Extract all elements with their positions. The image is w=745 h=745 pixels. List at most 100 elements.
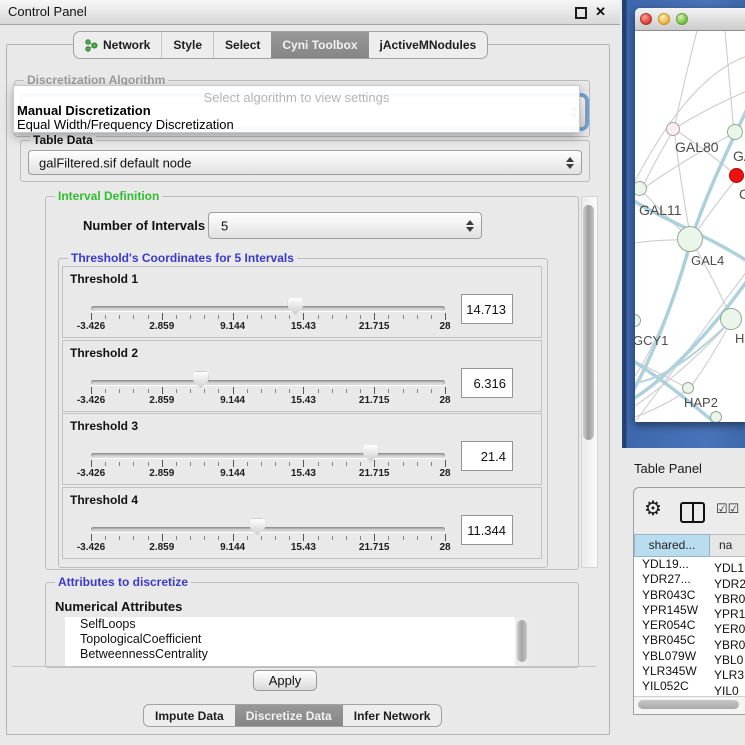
tab-discretize-data[interactable]: Discretize Data <box>235 705 343 726</box>
tick-label: 21.715 <box>359 321 390 332</box>
tick-label: 2.859 <box>149 468 174 479</box>
tick-label: 2.859 <box>149 395 174 406</box>
tick-label: 28 <box>439 395 450 406</box>
select-columns-checkboxes-icon[interactable]: ☑☑ <box>716 501 739 517</box>
tick-mark <box>204 389 205 393</box>
network-node[interactable] <box>710 411 722 422</box>
tick-mark <box>332 462 333 466</box>
table-panel: ⚙ ☑☑ shared... na YDL19...YDL1YDR27...YD… <box>633 487 745 715</box>
tick-label: 28 <box>439 468 450 479</box>
tick-mark <box>303 534 304 541</box>
threshold-slider-track[interactable] <box>91 380 445 385</box>
network-node[interactable] <box>727 124 743 140</box>
attribute-item[interactable]: BetweennessCentrality <box>65 647 515 662</box>
dropdown-option-manual-discretization[interactable]: Manual Discretization <box>17 103 151 118</box>
close-icon[interactable]: ✕ <box>595 4 606 20</box>
table-row[interactable]: YDL19...YDL1 <box>634 557 745 572</box>
tick-mark <box>403 462 404 466</box>
threshold-slider-handle[interactable] <box>193 372 208 389</box>
horizontal-scrollbar-thumb[interactable] <box>638 700 739 709</box>
table-row[interactable]: YER054CYER0 <box>634 618 745 633</box>
table-row[interactable]: YBR045CYBR0 <box>634 633 745 648</box>
tick-mark <box>346 389 347 393</box>
tick-mark <box>403 389 404 393</box>
gear-icon[interactable]: ⚙ <box>644 496 662 521</box>
tick-mark <box>105 462 106 466</box>
number-of-intervals-select[interactable]: 5 <box>208 212 482 239</box>
network-node-selected[interactable] <box>729 168 744 183</box>
tab-network[interactable]: Network <box>74 32 161 58</box>
tick-mark <box>218 536 219 540</box>
float-window-icon[interactable] <box>575 7 587 19</box>
close-button[interactable] <box>640 13 652 25</box>
tick-mark <box>289 389 290 393</box>
tick-label: 9.144 <box>220 468 245 479</box>
network-node[interactable] <box>682 382 694 394</box>
threshold-value-field[interactable]: 11.344 <box>461 515 513 545</box>
tick-label: 15.43 <box>291 468 316 479</box>
column-header-shared-name[interactable]: shared... <box>634 534 710 557</box>
network-canvas[interactable]: GAL80 GA C GAL11 GAL4 GCY1 H HAP2 <box>635 31 745 422</box>
threshold-slider-handle[interactable] <box>250 519 265 536</box>
attribute-item[interactable]: SelfLoops <box>65 617 515 632</box>
tick-mark <box>303 313 304 320</box>
tab-style[interactable]: Style <box>161 32 213 58</box>
attributes-scrollbar-thumb[interactable] <box>517 620 527 662</box>
attribute-item[interactable]: TopologicalCoefficient <box>65 632 515 647</box>
tab-jactivemnodules[interactable]: jActiveMNodules <box>369 32 488 58</box>
tick-mark <box>204 315 205 319</box>
table-row[interactable]: YBR043CYBR0 <box>634 588 745 603</box>
tick-mark <box>218 315 219 319</box>
thresholds-container: Threshold 1 -3.4262.8599.14415.4321.7152… <box>62 266 542 564</box>
table-data-select[interactable]: galFiltered.sif default node <box>28 150 582 175</box>
tick-label: 21.715 <box>359 395 390 406</box>
dropdown-option-equal-width-frequency[interactable]: Equal Width/Frequency Discretization <box>17 117 234 132</box>
tab-impute-data[interactable]: Impute Data <box>144 705 235 726</box>
numerical-attributes-list: SelfLoopsTopologicalCoefficientBetweenne… <box>65 617 515 666</box>
threshold-slider-handle[interactable] <box>363 445 378 462</box>
tick-mark <box>91 387 92 394</box>
tick-mark <box>119 315 120 319</box>
network-node[interactable] <box>666 122 680 136</box>
apply-button[interactable]: Apply <box>253 670 317 691</box>
tick-mark <box>318 389 319 393</box>
table-row[interactable]: YDR27...YDR2 <box>634 572 745 587</box>
tick-label: 21.715 <box>359 542 390 553</box>
threshold-slider-track[interactable] <box>91 306 445 311</box>
threshold-value-field[interactable]: 21.4 <box>461 441 513 471</box>
tick-mark <box>403 315 404 319</box>
threshold-box: Threshold 2 -3.4262.8599.14415.4321.7152… <box>62 340 542 412</box>
network-node[interactable] <box>677 226 703 252</box>
tick-mark <box>119 462 120 466</box>
minimize-button[interactable] <box>658 13 670 25</box>
column-header-name[interactable]: na <box>710 534 745 557</box>
tick-mark <box>148 315 149 319</box>
threshold-value-field[interactable]: 14.713 <box>461 294 513 324</box>
group-label: Table Data <box>30 133 96 147</box>
threshold-slider-track[interactable] <box>91 453 445 458</box>
combo-stepper-icon <box>466 220 474 232</box>
threshold-slider-track[interactable] <box>91 527 445 532</box>
tick-label: 2.859 <box>149 321 174 332</box>
horizontal-scrollbar-track[interactable] <box>634 696 745 714</box>
table-row[interactable]: YIL052CYIL0 <box>634 679 745 694</box>
threshold-value-field[interactable]: 6.316 <box>461 368 513 398</box>
table-row[interactable]: YLR345WYLR3 <box>634 664 745 679</box>
threshold-slider-handle[interactable] <box>288 298 303 315</box>
tick-mark <box>233 534 234 541</box>
table-panel-title: Table Panel <box>634 461 702 476</box>
tick-mark <box>346 536 347 540</box>
control-panel-titlebar: Control Panel ✕ <box>0 0 620 25</box>
network-node[interactable] <box>720 308 742 330</box>
tick-mark <box>289 536 290 540</box>
table-row[interactable]: YBL079WYBL0 <box>634 649 745 664</box>
node-label-partial: C <box>739 186 745 202</box>
table-row[interactable]: YPR145WYPR1 <box>634 603 745 618</box>
tab-select[interactable]: Select <box>213 32 271 58</box>
tick-mark <box>148 389 149 393</box>
vertical-scrollbar-thumb[interactable] <box>583 205 594 440</box>
columns-icon[interactable] <box>680 502 705 523</box>
tab-cyni-toolbox[interactable]: Cyni Toolbox <box>271 32 368 58</box>
zoom-button[interactable] <box>676 13 688 25</box>
tab-infer-network[interactable]: Infer Network <box>343 705 442 726</box>
